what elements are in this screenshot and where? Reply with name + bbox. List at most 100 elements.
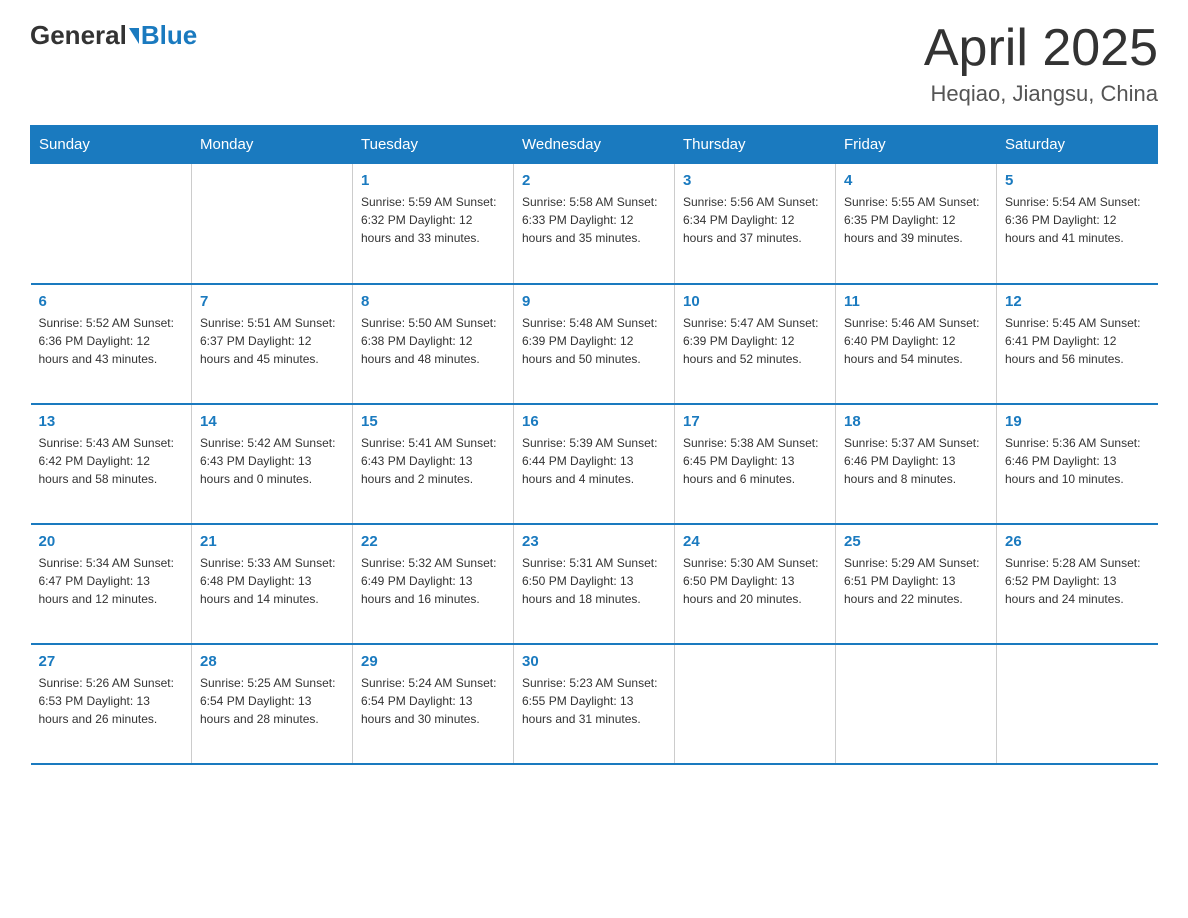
day-info: Sunrise: 5:30 AM Sunset: 6:50 PM Dayligh… — [683, 554, 827, 608]
day-number: 14 — [200, 413, 344, 430]
calendar-cell — [675, 644, 836, 764]
calendar-cell: 17 Sunrise: 5:38 AM Sunset: 6:45 PM Dayli… — [675, 404, 836, 524]
weekday-header-wednesday: Wednesday — [514, 126, 675, 164]
calendar-week-row: 6 Sunrise: 5:52 AM Sunset: 6:36 PM Daylig… — [31, 284, 1158, 404]
calendar-cell: 11Sunrise: 5:46 AM Sunset: 6:40 PM Dayli… — [836, 284, 997, 404]
weekday-header-saturday: Saturday — [997, 126, 1158, 164]
calendar-cell: 13 Sunrise: 5:43 AM Sunset: 6:42 PM Dayli… — [31, 404, 192, 524]
day-info: Sunrise: 5:54 AM Sunset: 6:36 PM Dayligh… — [1005, 193, 1150, 247]
day-number: 2 — [522, 172, 666, 189]
day-info: Sunrise: 5:25 AM Sunset: 6:54 PM Dayligh… — [200, 674, 344, 728]
day-number: 30 — [522, 653, 666, 670]
day-number: 7 — [200, 293, 344, 310]
calendar-cell: 10 Sunrise: 5:47 AM Sunset: 6:39 PM Dayli… — [675, 284, 836, 404]
day-number: 15 — [361, 413, 505, 430]
weekday-header-monday: Monday — [192, 126, 353, 164]
calendar-cell: 26Sunrise: 5:28 AM Sunset: 6:52 PM Dayli… — [997, 524, 1158, 644]
calendar-cell: 2 Sunrise: 5:58 AM Sunset: 6:33 PM Daylig… — [514, 164, 675, 284]
day-info: Sunrise: 5:41 AM Sunset: 6:43 PM Dayligh… — [361, 434, 505, 488]
calendar-cell: 9 Sunrise: 5:48 AM Sunset: 6:39 PM Daylig… — [514, 284, 675, 404]
page-header: General Blue April 2025 Heqiao, Jiangsu,… — [30, 20, 1158, 107]
day-number: 27 — [39, 653, 184, 670]
day-info: Sunrise: 5:46 AM Sunset: 6:40 PM Dayligh… — [844, 314, 988, 368]
weekday-header-tuesday: Tuesday — [353, 126, 514, 164]
calendar-header: SundayMondayTuesdayWednesdayThursdayFrid… — [31, 126, 1158, 164]
day-info: Sunrise: 5:26 AM Sunset: 6:53 PM Dayligh… — [39, 674, 184, 728]
weekday-header-sunday: Sunday — [31, 126, 192, 164]
day-number: 17 — [683, 413, 827, 430]
calendar-cell: 16Sunrise: 5:39 AM Sunset: 6:44 PM Dayli… — [514, 404, 675, 524]
day-info: Sunrise: 5:36 AM Sunset: 6:46 PM Dayligh… — [1005, 434, 1150, 488]
day-info: Sunrise: 5:42 AM Sunset: 6:43 PM Dayligh… — [200, 434, 344, 488]
day-number: 4 — [844, 172, 988, 189]
day-info: Sunrise: 5:47 AM Sunset: 6:39 PM Dayligh… — [683, 314, 827, 368]
logo-blue-text: Blue — [141, 20, 197, 51]
calendar-week-row: 1Sunrise: 5:59 AM Sunset: 6:32 PM Daylig… — [31, 164, 1158, 284]
calendar-location: Heqiao, Jiangsu, China — [924, 81, 1158, 107]
day-info: Sunrise: 5:29 AM Sunset: 6:51 PM Dayligh… — [844, 554, 988, 608]
day-number: 29 — [361, 653, 505, 670]
calendar-cell: 6 Sunrise: 5:52 AM Sunset: 6:36 PM Daylig… — [31, 284, 192, 404]
day-number: 5 — [1005, 172, 1150, 189]
calendar-cell: 12 Sunrise: 5:45 AM Sunset: 6:41 PM Dayli… — [997, 284, 1158, 404]
day-info: Sunrise: 5:39 AM Sunset: 6:44 PM Dayligh… — [522, 434, 666, 488]
calendar-cell: 30 Sunrise: 5:23 AM Sunset: 6:55 PM Dayli… — [514, 644, 675, 764]
calendar-table: SundayMondayTuesdayWednesdayThursdayFrid… — [30, 125, 1158, 765]
day-number: 24 — [683, 533, 827, 550]
calendar-cell: 8Sunrise: 5:50 AM Sunset: 6:38 PM Daylig… — [353, 284, 514, 404]
calendar-cell — [31, 164, 192, 284]
calendar-cell: 28Sunrise: 5:25 AM Sunset: 6:54 PM Dayli… — [192, 644, 353, 764]
day-number: 22 — [361, 533, 505, 550]
day-info: Sunrise: 5:38 AM Sunset: 6:45 PM Dayligh… — [683, 434, 827, 488]
calendar-cell: 29 Sunrise: 5:24 AM Sunset: 6:54 PM Dayli… — [353, 644, 514, 764]
day-info: Sunrise: 5:48 AM Sunset: 6:39 PM Dayligh… — [522, 314, 666, 368]
day-info: Sunrise: 5:23 AM Sunset: 6:55 PM Dayligh… — [522, 674, 666, 728]
day-info: Sunrise: 5:58 AM Sunset: 6:33 PM Dayligh… — [522, 193, 666, 247]
day-info: Sunrise: 5:31 AM Sunset: 6:50 PM Dayligh… — [522, 554, 666, 608]
calendar-title: April 2025 — [924, 20, 1158, 77]
calendar-cell: 15 Sunrise: 5:41 AM Sunset: 6:43 PM Dayli… — [353, 404, 514, 524]
calendar-cell: 25 Sunrise: 5:29 AM Sunset: 6:51 PM Dayli… — [836, 524, 997, 644]
day-number: 9 — [522, 293, 666, 310]
calendar-cell: 3Sunrise: 5:56 AM Sunset: 6:34 PM Daylig… — [675, 164, 836, 284]
day-number: 25 — [844, 533, 988, 550]
day-number: 18 — [844, 413, 988, 430]
calendar-week-row: 27 Sunrise: 5:26 AM Sunset: 6:53 PM Dayli… — [31, 644, 1158, 764]
logo: General Blue — [30, 20, 197, 51]
day-number: 1 — [361, 172, 505, 189]
calendar-week-row: 20 Sunrise: 5:34 AM Sunset: 6:47 PM Dayli… — [31, 524, 1158, 644]
calendar-cell: 7 Sunrise: 5:51 AM Sunset: 6:37 PM Daylig… — [192, 284, 353, 404]
weekday-header-friday: Friday — [836, 126, 997, 164]
weekday-header-thursday: Thursday — [675, 126, 836, 164]
day-info: Sunrise: 5:28 AM Sunset: 6:52 PM Dayligh… — [1005, 554, 1150, 608]
calendar-cell: 1Sunrise: 5:59 AM Sunset: 6:32 PM Daylig… — [353, 164, 514, 284]
day-info: Sunrise: 5:55 AM Sunset: 6:35 PM Dayligh… — [844, 193, 988, 247]
day-info: Sunrise: 5:50 AM Sunset: 6:38 PM Dayligh… — [361, 314, 505, 368]
day-number: 10 — [683, 293, 827, 310]
calendar-cell: 5 Sunrise: 5:54 AM Sunset: 6:36 PM Daylig… — [997, 164, 1158, 284]
logo-general-text: General — [30, 20, 127, 51]
calendar-cell — [836, 644, 997, 764]
day-info: Sunrise: 5:43 AM Sunset: 6:42 PM Dayligh… — [39, 434, 184, 488]
calendar-cell: 21Sunrise: 5:33 AM Sunset: 6:48 PM Dayli… — [192, 524, 353, 644]
calendar-cell: 14 Sunrise: 5:42 AM Sunset: 6:43 PM Dayli… — [192, 404, 353, 524]
logo-triangle-icon — [129, 28, 139, 44]
day-number: 19 — [1005, 413, 1150, 430]
day-info: Sunrise: 5:51 AM Sunset: 6:37 PM Dayligh… — [200, 314, 344, 368]
logo-blue-part: Blue — [127, 20, 197, 51]
day-info: Sunrise: 5:45 AM Sunset: 6:41 PM Dayligh… — [1005, 314, 1150, 368]
day-number: 6 — [39, 293, 184, 310]
day-number: 13 — [39, 413, 184, 430]
day-number: 12 — [1005, 293, 1150, 310]
calendar-week-row: 13 Sunrise: 5:43 AM Sunset: 6:42 PM Dayli… — [31, 404, 1158, 524]
calendar-cell: 22 Sunrise: 5:32 AM Sunset: 6:49 PM Dayli… — [353, 524, 514, 644]
day-info: Sunrise: 5:52 AM Sunset: 6:36 PM Dayligh… — [39, 314, 184, 368]
day-info: Sunrise: 5:32 AM Sunset: 6:49 PM Dayligh… — [361, 554, 505, 608]
day-number: 20 — [39, 533, 184, 550]
calendar-cell: 20 Sunrise: 5:34 AM Sunset: 6:47 PM Dayli… — [31, 524, 192, 644]
day-number: 23 — [522, 533, 666, 550]
calendar-body: 1Sunrise: 5:59 AM Sunset: 6:32 PM Daylig… — [31, 164, 1158, 764]
day-info: Sunrise: 5:24 AM Sunset: 6:54 PM Dayligh… — [361, 674, 505, 728]
day-info: Sunrise: 5:37 AM Sunset: 6:46 PM Dayligh… — [844, 434, 988, 488]
day-info: Sunrise: 5:34 AM Sunset: 6:47 PM Dayligh… — [39, 554, 184, 608]
